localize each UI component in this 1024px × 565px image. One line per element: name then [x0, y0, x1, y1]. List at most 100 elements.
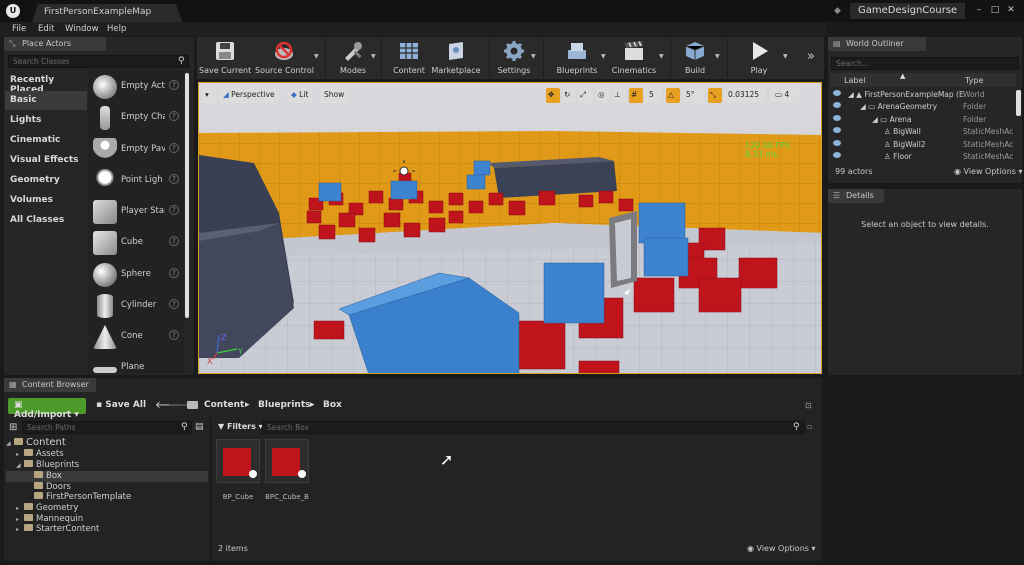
- path-separator-icon[interactable]: ▸: [245, 400, 250, 410]
- play-button[interactable]: Play: [737, 37, 781, 79]
- search-paths-input[interactable]: Search Paths ⚲: [22, 421, 192, 434]
- level-viewport[interactable]: Z Y X ▾ ◢ Perspective ◆ Lit Show ✥ ↻ ⤢ ◎…: [198, 82, 822, 374]
- actor-sphere[interactable]: Sphere ?: [89, 260, 181, 290]
- grid-snap-value[interactable]: 5: [645, 88, 662, 103]
- outliner-row[interactable]: ◢ ▭ ArenaGeometry Folder: [830, 101, 1016, 113]
- modes-button[interactable]: Modes: [333, 37, 373, 79]
- save-all-button[interactable]: ▪ Save All: [90, 398, 152, 414]
- rotation-snap-value[interactable]: 5°: [682, 88, 704, 103]
- unreal-logo-icon[interactable]: U: [6, 4, 20, 18]
- expand-arrow-icon[interactable]: ▸: [16, 451, 24, 458]
- menu-edit[interactable]: Edit: [38, 24, 54, 34]
- category-geometry[interactable]: Geometry: [5, 171, 87, 190]
- folder-tree-item[interactable]: ◢ Blueprints: [6, 460, 208, 471]
- cinematics-dropdown-icon[interactable]: ▼: [659, 53, 664, 60]
- expand-arrow-icon[interactable]: ◢: [16, 462, 24, 469]
- marketplace-button[interactable]: Marketplace: [431, 37, 481, 79]
- actor-empty-actor[interactable]: Empty Act ?: [89, 72, 181, 102]
- folder-tree-item[interactable]: ◢ Content: [6, 437, 208, 448]
- settings-button[interactable]: Settings: [494, 37, 534, 79]
- category-visual-effects[interactable]: Visual Effects: [5, 151, 87, 170]
- actor-cylinder[interactable]: Cylinder ?: [89, 291, 181, 321]
- path-content[interactable]: Content: [204, 400, 244, 410]
- help-icon[interactable]: ?: [169, 111, 179, 121]
- help-icon[interactable]: ?: [169, 330, 179, 340]
- blueprints-dropdown-icon[interactable]: ▼: [601, 53, 606, 60]
- lit-button[interactable]: ◆ Lit: [287, 88, 313, 103]
- outliner-scrollbar[interactable]: [1016, 90, 1021, 116]
- scale-snap-value[interactable]: 0.03125: [724, 88, 766, 103]
- actor-plane[interactable]: Plane: [89, 353, 181, 373]
- modes-dropdown-icon[interactable]: ▼: [371, 53, 376, 60]
- maximize-icon[interactable]: □: [988, 4, 1002, 16]
- save-current-button[interactable]: Save Current: [199, 37, 251, 79]
- save-search-icon[interactable]: ▫: [807, 422, 812, 431]
- expand-arrow-icon[interactable]: ▸: [16, 505, 24, 512]
- actor-point-light[interactable]: Point Ligh ?: [89, 166, 181, 196]
- help-icon[interactable]: ?: [169, 205, 179, 215]
- actor-empty-pawn[interactable]: Empty Pav ?: [89, 135, 181, 165]
- world-outliner-tab[interactable]: ▤ World Outliner: [828, 37, 926, 51]
- outliner-row[interactable]: ♙ Floor StaticMeshAc: [830, 151, 1016, 163]
- show-button[interactable]: Show: [320, 88, 349, 103]
- menu-window[interactable]: Window: [65, 24, 99, 34]
- visibility-eye-icon[interactable]: [833, 114, 841, 121]
- place-actors-tab[interactable]: ⤡ Place Actors: [4, 37, 106, 51]
- rotate-tool-icon[interactable]: ↻: [562, 88, 576, 103]
- filters-button[interactable]: ▼ Filters ▾: [215, 421, 266, 434]
- folder-icon[interactable]: [187, 401, 198, 409]
- cinematics-button[interactable]: Cinematics: [610, 37, 658, 79]
- content-view-options[interactable]: ◉ View Options ▾: [747, 544, 816, 553]
- menu-file[interactable]: File: [12, 24, 26, 34]
- help-icon[interactable]: ?: [169, 236, 179, 246]
- sources-toggle-icon[interactable]: ⊞: [9, 422, 17, 433]
- help-icon[interactable]: ?: [169, 299, 179, 309]
- category-lights[interactable]: Lights: [5, 111, 87, 130]
- menu-help[interactable]: Help: [107, 24, 126, 34]
- col-label[interactable]: Label: [844, 76, 866, 85]
- actor-empty-character[interactable]: Empty Cha ?: [89, 103, 181, 133]
- visibility-eye-icon[interactable]: [833, 127, 841, 134]
- category-volumes[interactable]: Volumes: [5, 191, 87, 210]
- visibility-eye-icon[interactable]: [833, 139, 841, 146]
- category-basic[interactable]: Basic: [5, 91, 87, 110]
- visibility-eye-icon[interactable]: [833, 102, 841, 109]
- add-import-button[interactable]: ▣ Add/Import ▾: [8, 398, 86, 420]
- scale-snap-icon[interactable]: ⤡: [708, 88, 722, 103]
- help-icon[interactable]: ?: [169, 143, 179, 153]
- settings-dropdown-icon[interactable]: ▼: [531, 53, 536, 60]
- folder-tree-item[interactable]: ▸ Assets: [6, 449, 208, 460]
- search-classes-input[interactable]: Search Classes ⚲: [8, 55, 189, 68]
- content-button[interactable]: Content: [389, 37, 429, 79]
- path-separator-icon[interactable]: ▸: [310, 400, 315, 410]
- build-button[interactable]: Build: [677, 37, 713, 79]
- collections-icon[interactable]: ▤: [195, 422, 204, 432]
- expand-arrow-icon[interactable]: ◢: [6, 440, 14, 447]
- asset-bp-cube[interactable]: [216, 439, 260, 483]
- actor-cone[interactable]: Cone ?: [89, 322, 181, 352]
- asset-bpc-cube-b[interactable]: [265, 439, 309, 483]
- actor-cube[interactable]: Cube ?: [89, 228, 181, 258]
- document-tab[interactable]: FirstPersonExampleMap: [32, 4, 182, 22]
- visibility-eye-icon[interactable]: [833, 90, 841, 96]
- col-type[interactable]: Type: [965, 76, 983, 85]
- close-icon[interactable]: ✕: [1004, 4, 1018, 16]
- source-control-dropdown-icon[interactable]: ▼: [314, 53, 319, 60]
- category-all-classes[interactable]: All Classes: [5, 211, 87, 230]
- help-icon[interactable]: ?: [169, 268, 179, 278]
- path-blueprints[interactable]: Blueprints: [258, 400, 311, 410]
- build-dropdown-icon[interactable]: ▼: [715, 53, 720, 60]
- search-box-input[interactable]: Search Box ⚲: [262, 421, 805, 434]
- content-browser-tab[interactable]: ▦ Content Browser: [4, 378, 96, 392]
- help-icon[interactable]: ?: [169, 174, 179, 184]
- rotation-snap-icon[interactable]: △: [666, 88, 680, 103]
- viewport-options-button[interactable]: ▾: [202, 88, 216, 103]
- folder-tree-item[interactable]: FirstPersonTemplate: [6, 492, 208, 503]
- outliner-search-input[interactable]: Search...: [831, 57, 1019, 70]
- maximize-viewport-icon[interactable]: ◌: [805, 90, 813, 100]
- path-box[interactable]: Box: [323, 400, 342, 410]
- camera-speed-button[interactable]: ▭ 4: [771, 88, 799, 103]
- category-recently-placed[interactable]: Recently Placed: [5, 71, 87, 95]
- toolbar-overflow-icon[interactable]: »: [807, 49, 815, 64]
- scale-tool-icon[interactable]: ⤢: [578, 88, 592, 103]
